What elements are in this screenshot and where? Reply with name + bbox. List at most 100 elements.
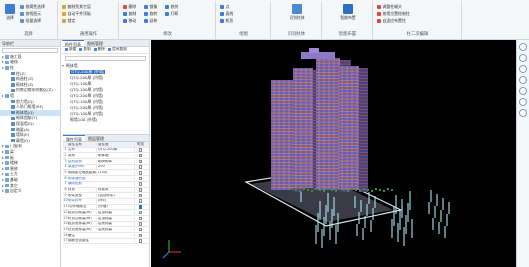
railing-post <box>303 188 305 190</box>
header-value: 属性值 <box>96 142 134 147</box>
railing-post <box>327 188 329 190</box>
property-checkbox[interactable] <box>138 193 143 198</box>
property-checkbox[interactable] <box>138 171 143 175</box>
smart-layout-button[interactable]: 智能布置 <box>340 4 356 20</box>
draw-column-by-wall-button[interactable]: 按墙位置绘制柱 <box>377 11 410 17</box>
copy-to-layer-button[interactable]: 复制到其它层 <box>62 4 91 10</box>
property-name: 砂浆标号 <box>68 199 82 203</box>
move-button[interactable]: 移动 <box>123 18 136 24</box>
by-attribute-select-button[interactable]: 按属性选择 <box>20 4 45 10</box>
property-value[interactable]: 层底标高 <box>96 227 134 232</box>
property-value[interactable]: 层顶标高 <box>96 210 134 215</box>
ribbon-group-column-edit: 调整柱端头 按墙位置绘制柱 自适应布置柱 柱二次编辑 <box>374 1 462 39</box>
adjust-column-end-button[interactable]: 调整柱端头 <box>377 4 402 10</box>
ribbon-group-smart: 智能布置 智能布置 <box>323 1 373 39</box>
property-value[interactable]: (外墙) <box>96 205 134 209</box>
point-button[interactable]: 点 <box>220 4 229 10</box>
mirror-button[interactable]: 镜像 <box>144 4 157 10</box>
find-element-button[interactable]: 查找图元 <box>20 11 41 17</box>
tab-property-list[interactable]: 属性列表 <box>63 135 85 141</box>
batch-select-button[interactable]: 批量选择 <box>20 18 41 24</box>
select-button[interactable]: 选择 <box>2 4 18 20</box>
top-view-icon[interactable] <box>519 98 527 106</box>
nav-item-label: 约束边缘非阴影区(Z) <box>16 87 53 93</box>
property-value[interactable]: QTQ-200厚 <box>96 148 134 152</box>
property-value[interactable]: 层底标高 <box>96 222 134 226</box>
delete-button[interactable]: 删除 <box>123 4 136 10</box>
property-checkbox[interactable] <box>138 148 143 152</box>
nav-item-icon <box>11 71 15 76</box>
nav-item[interactable]: ▸ 自定义 <box>0 188 60 194</box>
component-item-label: QTQ-100厚 (内墙) <box>70 111 104 117</box>
property-checkbox[interactable] <box>138 199 143 203</box>
3d-viewport[interactable] <box>151 40 516 267</box>
tab-component-list[interactable]: 构件列表 <box>62 40 84 46</box>
delete-component-button[interactable]: 删除 <box>93 47 105 52</box>
property-checkbox[interactable] <box>138 176 143 181</box>
break-button[interactable]: 打断 <box>165 11 178 17</box>
nav-item-icon <box>11 110 15 115</box>
rectangle-button[interactable]: 矩形 <box>220 18 233 24</box>
nav-item-label: 暗梁(A) <box>16 126 30 132</box>
component-search-input[interactable] <box>65 55 146 61</box>
3d-model-scene[interactable] <box>151 40 516 267</box>
property-checkbox[interactable] <box>138 216 143 221</box>
property-checkbox[interactable] <box>138 159 143 164</box>
copy-button[interactable]: 复制 <box>123 11 136 17</box>
property-value[interactable]: 砌块砌体 <box>96 159 134 164</box>
railing-post <box>351 188 353 190</box>
fit-view-icon[interactable] <box>519 87 527 95</box>
property-checkbox[interactable] <box>138 227 143 232</box>
property-checkbox[interactable] <box>138 239 143 243</box>
line-button[interactable]: 直线 <box>220 11 233 17</box>
railing-post <box>319 189 321 191</box>
railing-post <box>379 189 381 191</box>
component-item-label: QTQ-100厚 (内墙) <box>70 87 104 93</box>
property-checkbox[interactable] <box>138 188 143 192</box>
new-button[interactable]: 新建 <box>65 47 76 52</box>
property-value[interactable]: 砌体墙 <box>96 153 134 158</box>
property-checkbox[interactable] <box>138 233 143 238</box>
identify-column-button[interactable]: 识别柱体 <box>289 4 305 20</box>
orbit-icon[interactable] <box>519 76 527 84</box>
trim-button[interactable]: 修剪 <box>165 4 178 10</box>
property-value[interactable]: (M5) <box>96 199 134 203</box>
nav-item-icon <box>5 144 9 149</box>
property-checkbox[interactable] <box>138 182 143 186</box>
tab-layer-management[interactable]: 图层管理 <box>85 135 107 141</box>
adaptive-column-button[interactable]: 自适应布置柱 <box>377 18 406 24</box>
pan-icon[interactable] <box>519 65 527 73</box>
property-value[interactable]: (混合砂浆) <box>96 193 134 198</box>
group-title-general: 通用操作 <box>79 31 98 37</box>
property-rows: 1 名称 QTQ-200厚 2 类别 砌体墙 3 结构类别 砌块砌体 4 厚度(mm) 200 5 轴线距… <box>63 148 149 245</box>
property-checkbox[interactable] <box>138 205 143 209</box>
property-name: 横向短筋 <box>68 182 82 186</box>
nav-item-label: 轴线 <box>10 59 18 65</box>
component-item[interactable]: 砌墙100 (外墙) <box>62 117 149 123</box>
tab-drawing-management[interactable]: 图纸管理 <box>84 40 106 46</box>
property-checkbox[interactable] <box>138 222 143 226</box>
lock-button[interactable]: 锁定 <box>62 18 75 24</box>
ribbon-group-modify: 删除 复制 移动 镜像 旋转 延伸 修剪 打断 修改 <box>120 1 216 39</box>
property-extra <box>134 227 146 232</box>
navigation-search-input[interactable] <box>2 48 58 53</box>
zoom-icon[interactable] <box>519 54 527 62</box>
property-value[interactable]: (100) <box>96 171 134 175</box>
property-value[interactable]: 标准砖 <box>96 188 134 192</box>
rotate-button[interactable]: 旋转 <box>144 11 157 17</box>
copy-component-button[interactable]: 复制 <box>79 47 91 52</box>
view-cube-icon[interactable] <box>519 43 527 51</box>
layer-copy-button[interactable]: 层间复制 <box>108 47 127 52</box>
nav-item-label: 砌体墙(Q) <box>16 109 34 115</box>
property-value[interactable]: 200 <box>96 165 134 169</box>
move-icon <box>123 19 127 23</box>
property-checkbox[interactable] <box>138 210 143 215</box>
property-checkbox[interactable] <box>138 165 143 169</box>
property-value[interactable]: 层顶标高 <box>96 216 134 221</box>
settings-icon[interactable] <box>519 109 527 117</box>
property-checkbox[interactable] <box>138 153 143 158</box>
property-row[interactable]: 17 钢筋业务属性 <box>63 239 149 245</box>
nav-item-label: 幕墙(Q) <box>16 137 30 143</box>
auto-align-button[interactable]: 自动平齐顶板 <box>62 11 91 17</box>
extend-button[interactable]: 延伸 <box>144 18 157 24</box>
